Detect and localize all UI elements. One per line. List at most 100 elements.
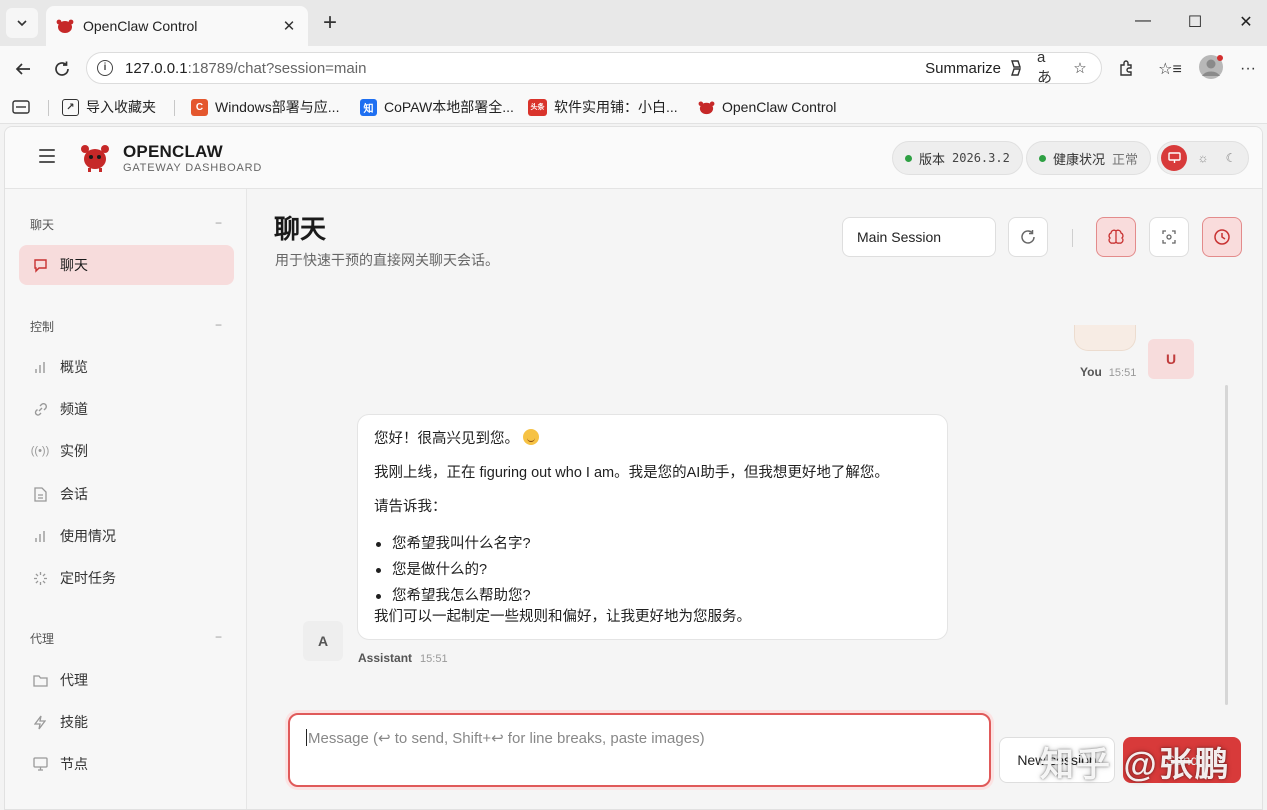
message-paragraph: 我们可以一起制定一些规则和偏好，让我更好地为您服务。 bbox=[374, 609, 751, 625]
bookmarks-toggle-icon[interactable] bbox=[12, 97, 30, 117]
collapse-icon[interactable]: − bbox=[215, 216, 222, 230]
page-subtitle: 用于快速干预的直接网关聊天会话。 bbox=[275, 252, 499, 268]
message-sender: You bbox=[1080, 365, 1102, 379]
bookmark-label: 导入收藏夹 bbox=[86, 99, 156, 115]
status-dot bbox=[1039, 154, 1046, 162]
browser-tab-active[interactable]: OpenClaw Control ✕ bbox=[46, 6, 308, 46]
theme-light-button[interactable]: ☼ bbox=[1190, 145, 1216, 171]
reload-icon bbox=[1021, 230, 1035, 244]
more-menu-icon[interactable]: ··· bbox=[1236, 58, 1260, 80]
brain-icon bbox=[1108, 229, 1124, 244]
theme-system-button[interactable] bbox=[1161, 145, 1187, 171]
openclaw-logo-icon bbox=[81, 145, 109, 172]
profile-avatar[interactable] bbox=[1198, 54, 1224, 80]
summarize-button[interactable]: Summarize bbox=[925, 57, 1027, 79]
bookmark-label: Windows部署与应... bbox=[215, 99, 340, 115]
collapse-icon[interactable]: − bbox=[215, 318, 222, 332]
site-info-icon[interactable]: i bbox=[97, 60, 113, 76]
toolbar-divider bbox=[1072, 229, 1073, 247]
assistant-message-bubble: 您好！很高兴见到您。 我刚上线，正在 figuring out who I am… bbox=[357, 414, 948, 640]
sidebar-item-label: 技能 bbox=[60, 714, 88, 730]
app-header: OPENCLAW GATEWAY DASHBOARD 版本 2026.3.2 健… bbox=[5, 127, 1262, 189]
minimize-icon[interactable]: — bbox=[1131, 12, 1155, 30]
link-icon bbox=[32, 401, 48, 417]
chat-scrollbar[interactable] bbox=[1225, 385, 1228, 705]
tab-actions-button[interactable] bbox=[6, 8, 38, 38]
theme-dark-button[interactable]: ☾ bbox=[1218, 145, 1244, 171]
sidebar-item-nodes[interactable]: 节点 bbox=[19, 744, 234, 784]
brand: OPENCLAW GATEWAY DASHBOARD bbox=[123, 143, 262, 175]
user-message-meta: You 15:51 bbox=[1080, 365, 1136, 379]
arrow-left-icon bbox=[15, 63, 30, 75]
bookmarks-divider bbox=[174, 100, 175, 116]
bookmarks-divider bbox=[48, 100, 49, 116]
message-time: 15:51 bbox=[420, 653, 448, 665]
bookmark-label: 软件实用铺：小白... bbox=[554, 99, 678, 115]
bookmark-toutiao[interactable]: 头条 软件实用铺：小白... bbox=[528, 97, 678, 117]
sidebar-item-label: 频道 bbox=[60, 401, 88, 417]
sidebar-item-overview[interactable]: 概览 bbox=[19, 347, 234, 387]
version-label: 版本 bbox=[919, 151, 946, 167]
health-value: 正常 bbox=[1112, 151, 1139, 167]
focus-mode-button[interactable] bbox=[1149, 217, 1189, 257]
sidebar-section-control[interactable]: 控制 − bbox=[30, 318, 222, 335]
message-time: 15:51 bbox=[1108, 367, 1137, 379]
broadcast-icon: ((•)) bbox=[30, 445, 50, 457]
sidebar-item-label: 实例 bbox=[60, 443, 88, 459]
tab-title: OpenClaw Control bbox=[83, 18, 198, 34]
chat-main: 聊天 用于快速干预的直接网关聊天会话。 Main Session U You 15… bbox=[248, 189, 1262, 809]
url-field[interactable]: i 127.0.0.1 :18789/chat?session=main Sum… bbox=[86, 49, 1102, 86]
sidebar-item-chat[interactable]: 聊天 bbox=[19, 245, 234, 285]
sidebar-section-chat[interactable]: 聊天 − bbox=[30, 216, 222, 233]
new-tab-button[interactable]: + bbox=[316, 10, 344, 38]
bookmark-openclaw[interactable]: OpenClaw Control bbox=[698, 97, 836, 117]
greeting-text: 您好！很高兴见到您。 bbox=[374, 431, 519, 447]
sidebar-item-cron[interactable]: 定时任务 bbox=[19, 558, 234, 598]
close-window-icon[interactable]: ✕ bbox=[1234, 12, 1258, 32]
section-title: 聊天 bbox=[30, 218, 55, 232]
folder-icon bbox=[32, 672, 48, 688]
sidebar: 聊天 − 聊天 控制 − 概览 频道 ((•)) 实例 会话 使用情况 定时任务… bbox=[5, 189, 247, 809]
message-placeholder: Message (↩ to send, Shift+↩ for line bre… bbox=[308, 730, 705, 747]
collapse-icon[interactable]: − bbox=[215, 630, 222, 644]
status-dot bbox=[905, 154, 912, 162]
sidebar-item-usage[interactable]: 使用情况 bbox=[19, 516, 234, 556]
menu-toggle-icon[interactable] bbox=[39, 149, 55, 163]
list-item: 您是做什么的? bbox=[374, 557, 931, 583]
moon-icon: ☾ bbox=[1225, 151, 1237, 165]
favorites-icon[interactable]: ☆≡ bbox=[1158, 58, 1182, 80]
sidebar-item-skills[interactable]: 技能 bbox=[19, 702, 234, 742]
page-title: 聊天 bbox=[274, 214, 327, 244]
brand-subtitle: GATEWAY DASHBOARD bbox=[123, 162, 263, 174]
sidebar-section-agents[interactable]: 代理 − bbox=[30, 630, 222, 647]
favorite-star-icon[interactable]: ☆ bbox=[1069, 57, 1091, 79]
extensions-icon[interactable] bbox=[1114, 58, 1138, 80]
sidebar-item-agents[interactable]: 代理 bbox=[19, 660, 234, 700]
bookmark-import[interactable]: ↗ 导入收藏夹 bbox=[62, 97, 156, 117]
reload-button[interactable] bbox=[49, 56, 75, 82]
sidebar-item-sessions[interactable]: 会话 bbox=[19, 474, 234, 514]
close-tab-icon[interactable]: ✕ bbox=[280, 17, 298, 35]
bookmark-windows[interactable]: C Windows部署与应... bbox=[191, 97, 339, 117]
message-paragraph: 您好！很高兴见到您。 bbox=[374, 429, 931, 449]
bookmark-favicon-icon: C bbox=[191, 98, 208, 116]
message-paragraph: 请告诉我： bbox=[374, 499, 447, 515]
sidebar-item-instances[interactable]: ((•)) 实例 bbox=[19, 431, 234, 471]
lightning-icon bbox=[32, 714, 48, 730]
bar-chart-icon bbox=[32, 359, 48, 375]
back-button[interactable] bbox=[10, 56, 36, 82]
section-title: 代理 bbox=[30, 632, 55, 646]
maximize-icon[interactable]: ☐ bbox=[1183, 12, 1207, 32]
message-input[interactable]: Message (↩ to send, Shift+↩ for line bre… bbox=[288, 713, 991, 787]
document-icon bbox=[32, 486, 48, 502]
session-select[interactable]: Main Session bbox=[842, 217, 996, 257]
history-button[interactable] bbox=[1202, 217, 1242, 257]
thinking-toggle-button[interactable] bbox=[1096, 217, 1136, 257]
sidebar-item-channels[interactable]: 频道 bbox=[19, 389, 234, 429]
bookmark-copaw[interactable]: 知 CoPAW本地部署全... bbox=[360, 97, 514, 117]
refresh-button[interactable] bbox=[1008, 217, 1048, 257]
sidebar-item-label: 概览 bbox=[60, 359, 88, 375]
message-sender: Assistant bbox=[358, 651, 413, 665]
browser-tab-bar: OpenClaw Control ✕ + — ☐ ✕ bbox=[0, 0, 1267, 46]
read-aloud-icon[interactable]: aあ bbox=[1037, 49, 1059, 86]
